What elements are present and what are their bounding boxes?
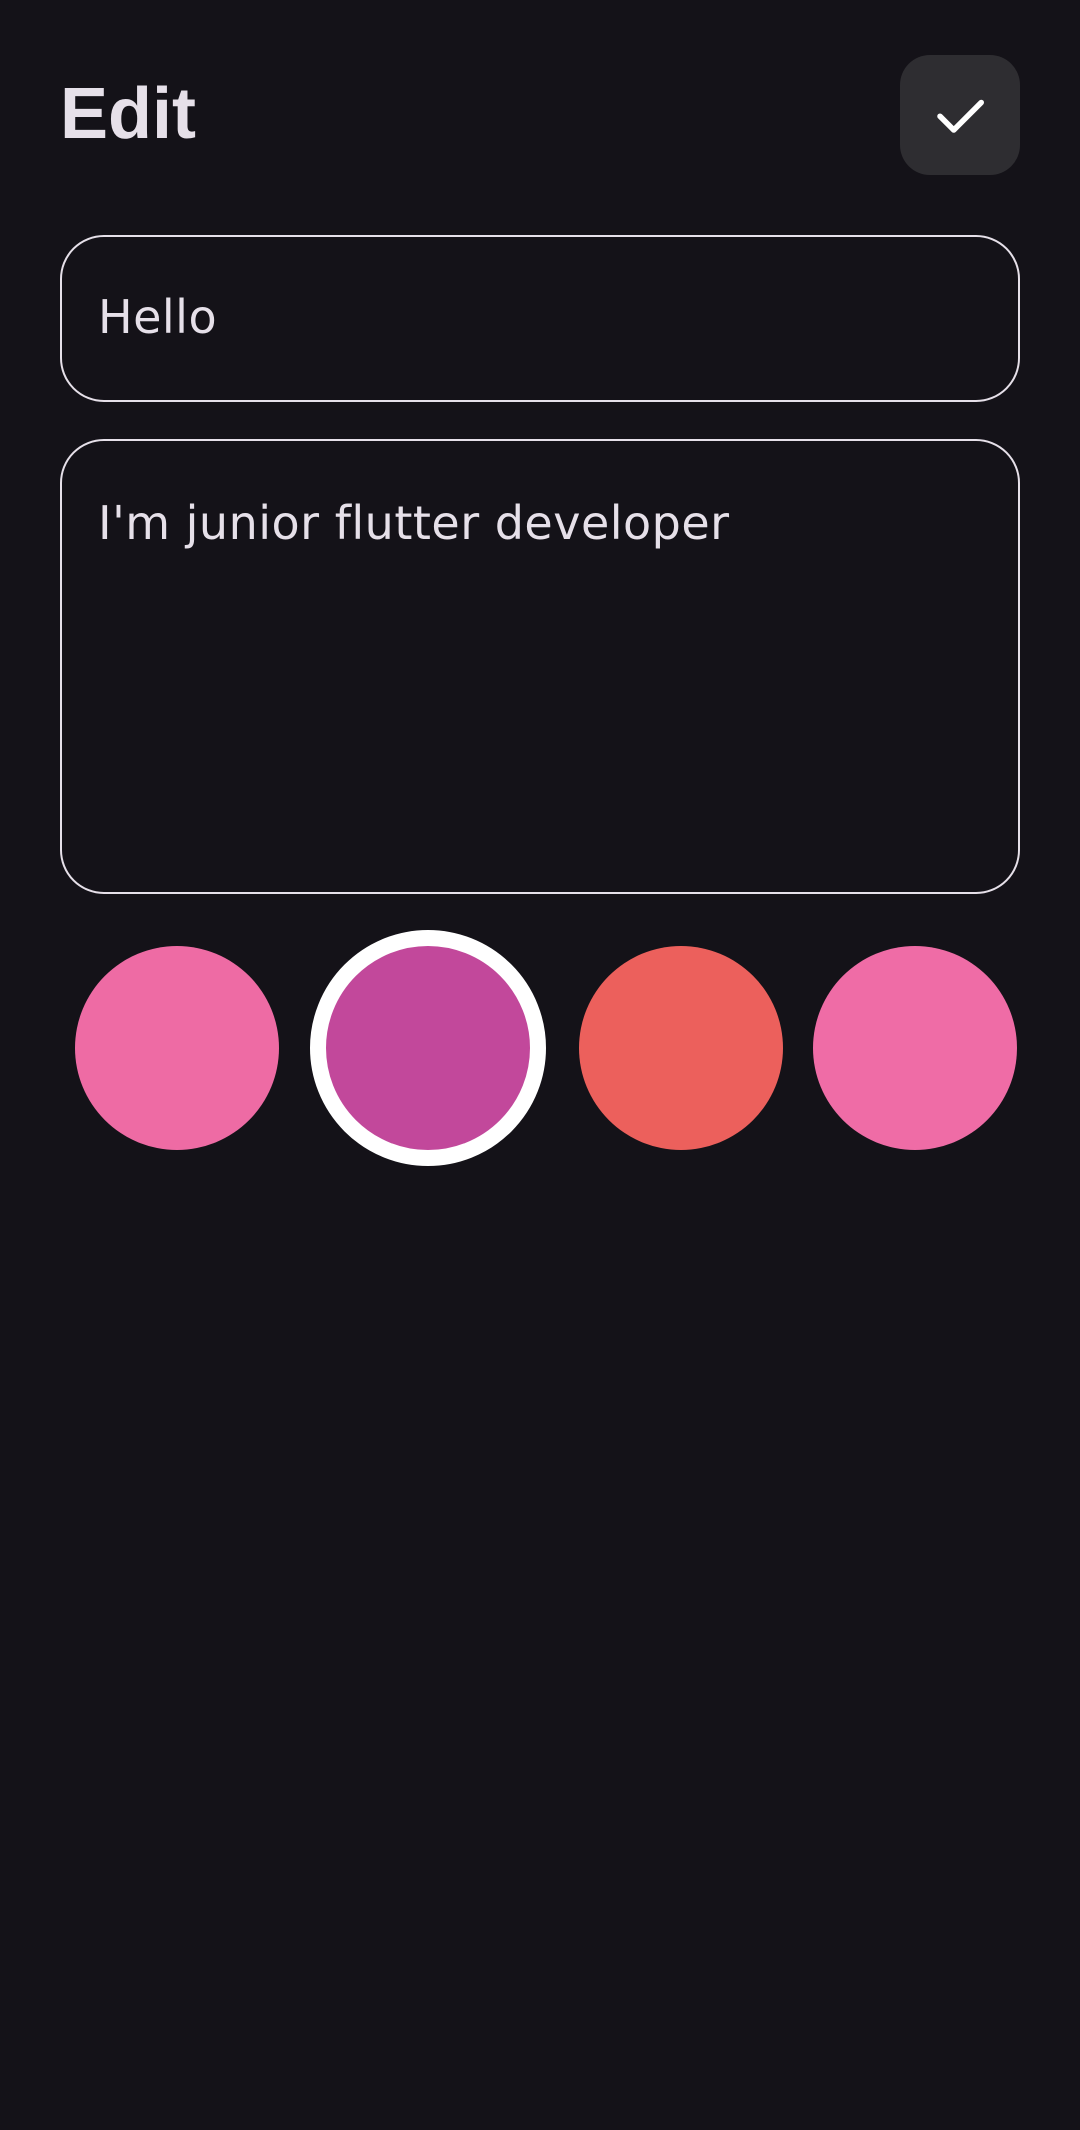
save-button[interactable] xyxy=(900,55,1020,175)
color-swatch-magenta[interactable] xyxy=(310,930,546,1166)
color-swatch-coral[interactable] xyxy=(579,946,783,1150)
description-field-value: I'm junior flutter developer xyxy=(98,496,730,550)
description-field[interactable]: I'm junior flutter developer xyxy=(60,439,1020,894)
check-icon xyxy=(930,85,990,145)
color-swatch-pink[interactable] xyxy=(75,946,279,1150)
title-field-value: Hello xyxy=(98,290,218,344)
color-swatch-light-pink[interactable] xyxy=(813,946,1017,1150)
title-field[interactable]: Hello xyxy=(60,235,1020,402)
page-title: Edit xyxy=(60,74,196,154)
